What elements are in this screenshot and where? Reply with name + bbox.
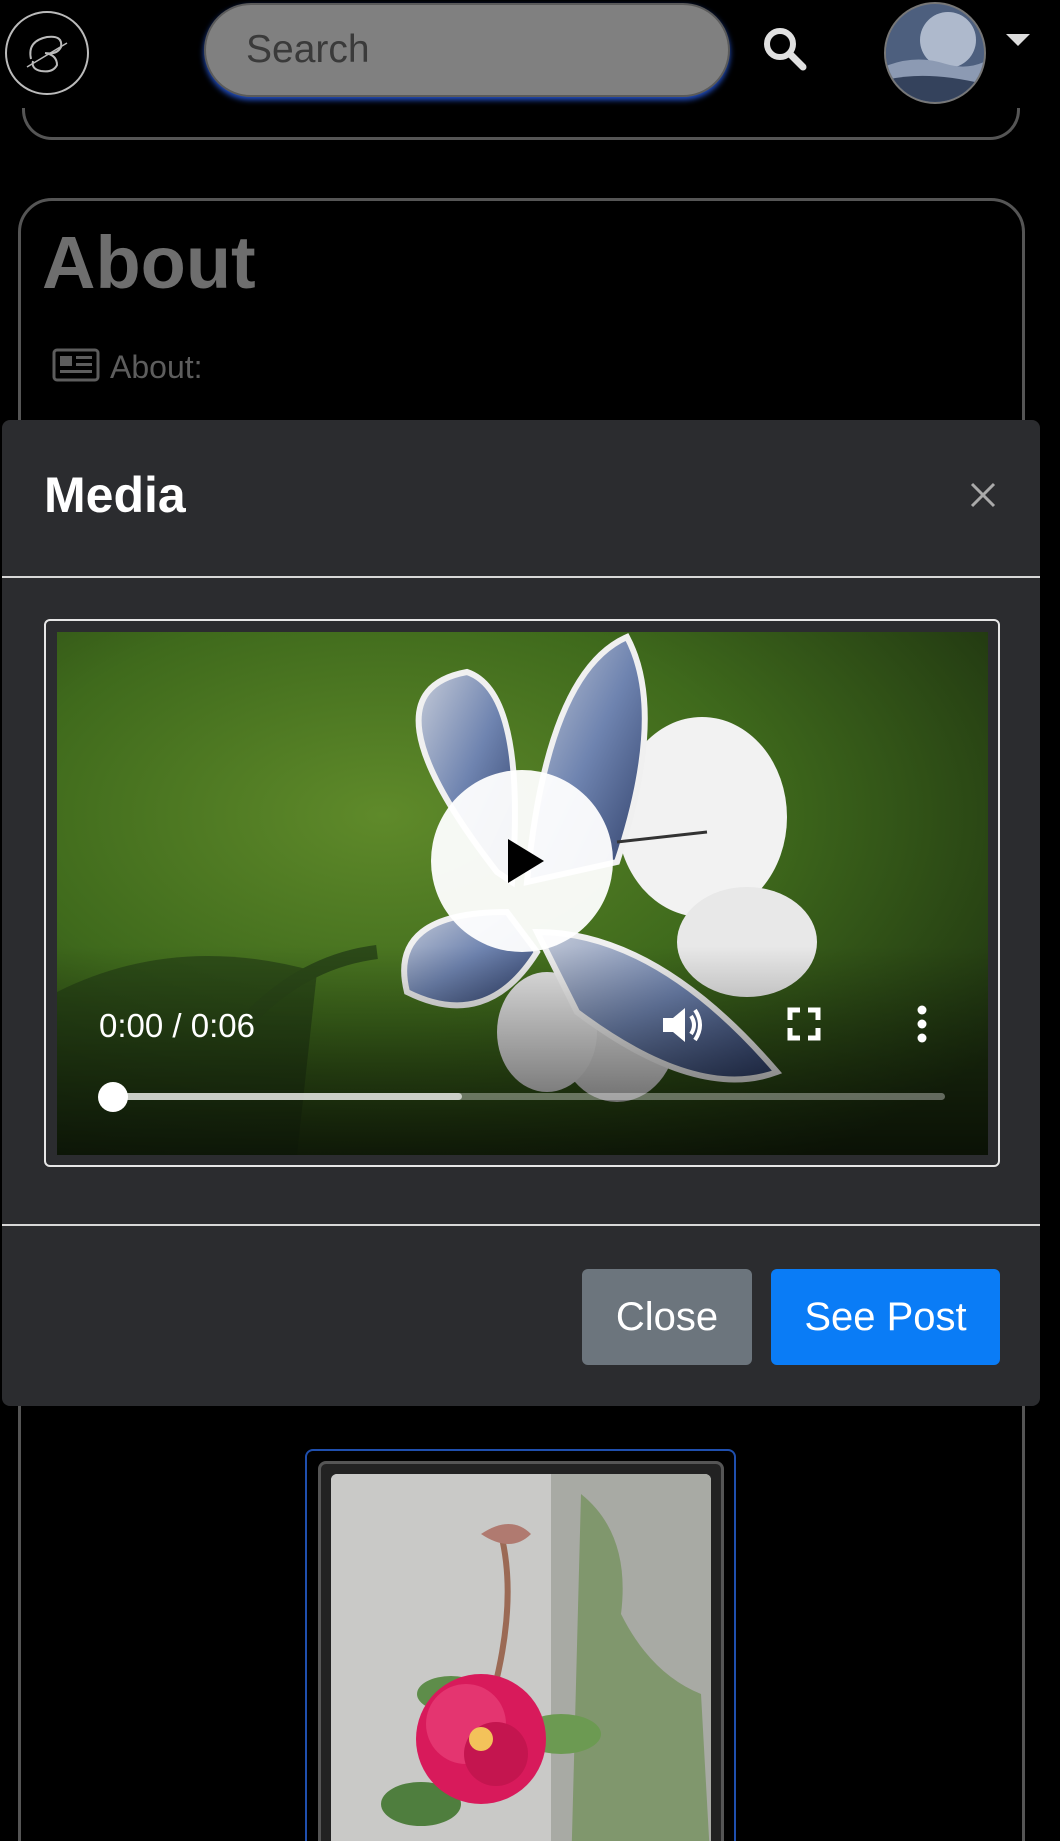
caret-down-icon[interactable] [1006,34,1030,46]
modal-header: Media [2,420,1040,578]
see-post-button[interactable]: See Post [771,1269,1000,1365]
modal-title: Media [44,467,186,523]
progress-thumb[interactable] [98,1082,128,1112]
play-button[interactable] [431,770,613,952]
volume-icon[interactable] [659,1002,705,1053]
fullscreen-icon[interactable] [784,1004,824,1049]
newspaper-icon [52,348,100,387]
search-icon[interactable] [760,24,810,74]
about-row: About: [52,348,203,387]
media-modal: Media 0:00 / 0:06 Close See Post [2,420,1040,1406]
close-button[interactable]: Close [582,1269,752,1365]
progress-buffered [113,1093,462,1100]
search-input[interactable] [204,3,730,97]
navbar [0,0,1060,108]
play-icon [508,839,544,883]
close-icon[interactable] [962,474,1004,516]
video-time: 0:00 / 0:06 [99,1007,255,1044]
about-heading: About [42,221,256,304]
monogram-logo-icon[interactable] [5,11,89,95]
avatar[interactable] [884,2,986,104]
media-thumbnail[interactable] [331,1474,711,1841]
about-label: About: [110,349,203,385]
more-options-icon[interactable] [912,1004,932,1049]
modal-footer-divider [2,1224,1040,1226]
page: About About: Search Media 0:00 / 0:06 Cl… [0,0,1060,1841]
video-player[interactable]: 0:00 / 0:06 [57,632,988,1155]
